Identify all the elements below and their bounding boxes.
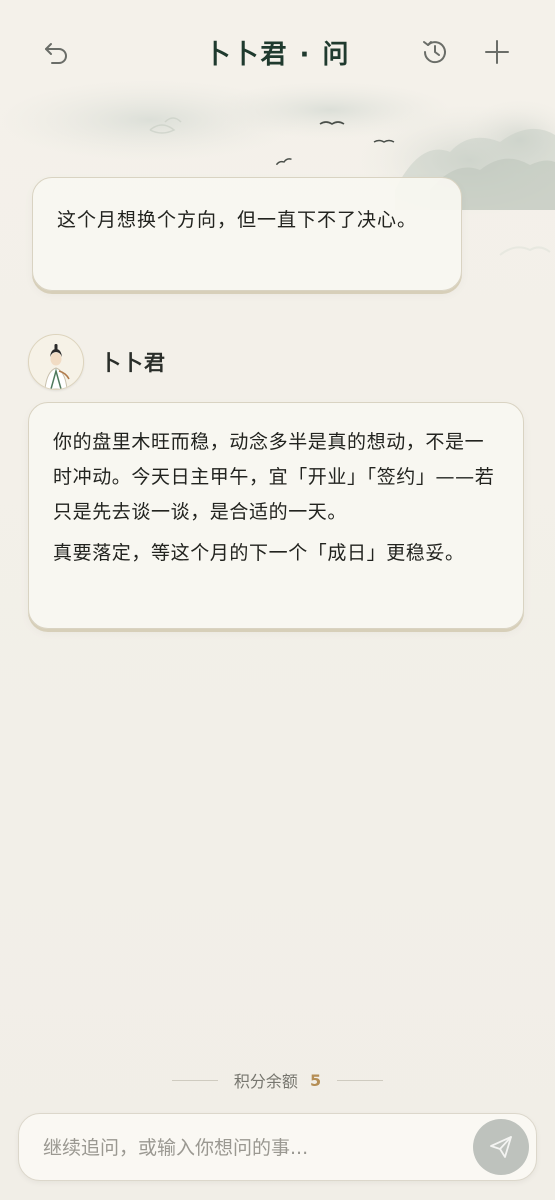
bot-name: 卜卜君 [100, 351, 166, 375]
avatar [28, 334, 84, 390]
credits-label: 积分余额 [233, 1072, 298, 1091]
send-paper-plane-icon [490, 1136, 512, 1158]
bot-message-paragraph: 真要落定，等这个月的下一个「成日」更稳妥。 [53, 542, 465, 564]
message-input-bar [18, 1113, 537, 1181]
chat-page: 卜卜君 · 问 这个月想换个方向，但一直下不了决心。 卜卜君 你的盘里木旺而稳，… [0, 0, 555, 1200]
bot-identity: 卜卜君 [28, 332, 166, 392]
history-button[interactable] [415, 32, 455, 72]
divider [337, 1079, 384, 1081]
message-input[interactable] [41, 1114, 465, 1181]
page-title: 卜卜君 · 问 [204, 40, 351, 70]
history-clock-icon [423, 41, 446, 64]
user-message-bubble: 这个月想换个方向，但一直下不了决心。 [32, 177, 462, 291]
new-chat-button[interactable] [477, 32, 517, 72]
plus-icon [485, 40, 509, 64]
bot-message-paragraph: 你的盘里木旺而稳，动念多半是真的想动，不是一时冲动。今天日主甲午，宜「开业」「签… [53, 431, 495, 523]
header: 卜卜君 · 问 [0, 0, 555, 104]
credits-balance: 积分余额 5 [0, 1068, 555, 1092]
send-button[interactable] [473, 1119, 529, 1175]
scholar-avatar-icon [29, 335, 83, 389]
divider [171, 1079, 218, 1081]
bot-message-bubble: 你的盘里木旺而稳，动念多半是真的想动，不是一时冲动。今天日主甲午，宜「开业」「签… [28, 402, 524, 629]
user-message-text: 这个月想换个方向，但一直下不了决心。 [57, 209, 418, 231]
credits-value: 5 [309, 1070, 322, 1090]
